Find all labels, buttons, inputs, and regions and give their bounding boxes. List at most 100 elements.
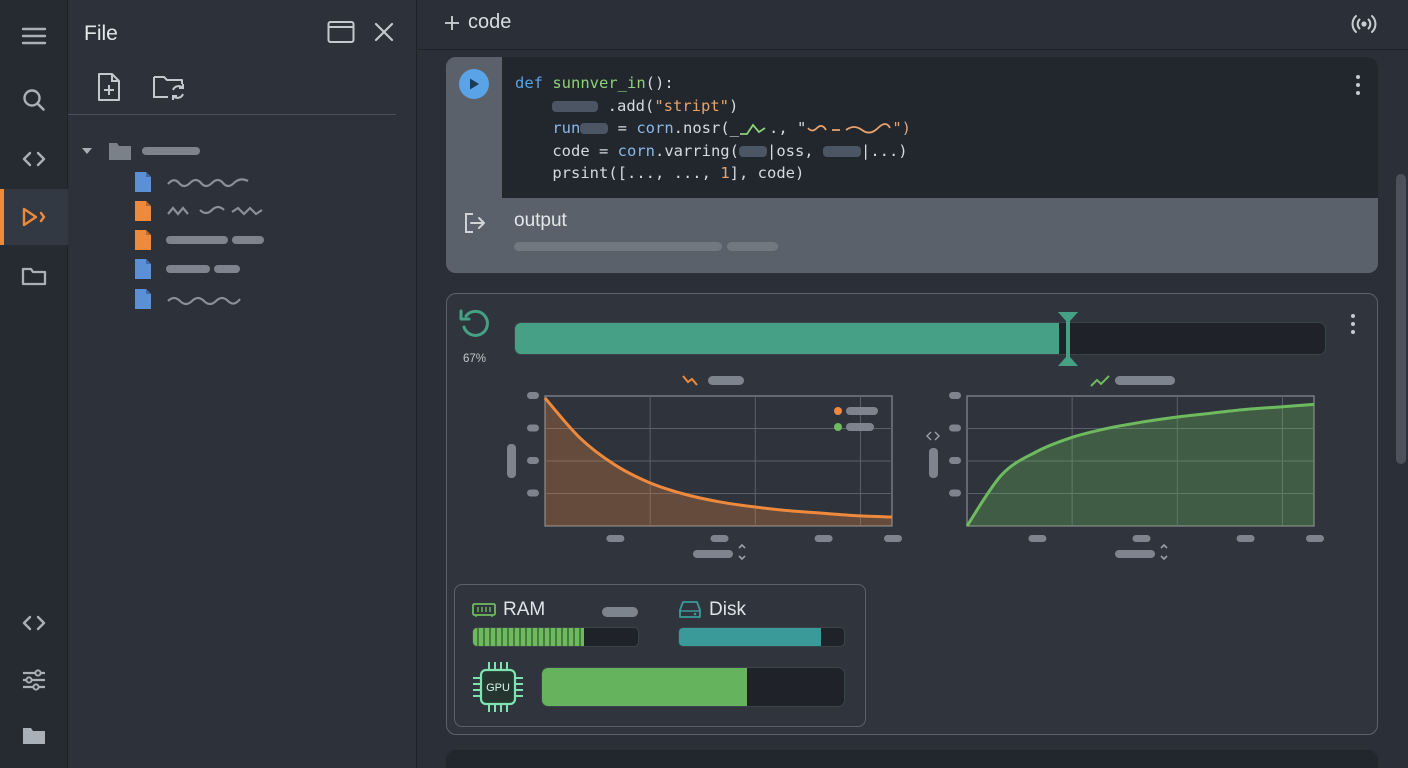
x-tick-label (1306, 535, 1324, 542)
run-cell-button[interactable] (459, 69, 489, 99)
search-icon[interactable] (0, 72, 68, 128)
ram-bar (472, 627, 639, 647)
file-icon (135, 201, 151, 221)
folder-icon[interactable] (0, 708, 68, 764)
new-file-icon[interactable] (96, 72, 122, 102)
code-line-4: code = corn.varring(|oss, |...) (515, 140, 911, 163)
code-token: = (608, 119, 637, 137)
dashboard-cell[interactable]: 67% RAM Disk GPU (446, 293, 1378, 735)
folder-icon[interactable] (0, 248, 68, 304)
disk-label: Disk (709, 599, 746, 620)
ylabel-placeholder (507, 444, 516, 478)
file-icon (135, 259, 151, 279)
add-code-button[interactable]: code (444, 11, 511, 34)
file-name-placeholder (166, 265, 210, 273)
code-token: 1 (720, 164, 730, 182)
y-ticks (527, 392, 539, 497)
refresh-folder-icon[interactable] (152, 73, 186, 101)
code-token: ) (729, 96, 739, 115)
file-name-placeholder (232, 236, 264, 244)
y-tick-label (527, 457, 539, 464)
progress-bar[interactable] (514, 322, 1326, 355)
code-icon (926, 431, 940, 441)
panel-icon[interactable] (327, 20, 355, 44)
chart-title-placeholder (1090, 375, 1175, 387)
code-token: "stript" (654, 96, 729, 115)
code-token: def (515, 74, 543, 92)
gpu-label: GPU (486, 682, 510, 694)
resource-monitor: RAM Disk GPU (454, 584, 866, 727)
code-line-5: prsint([..., ..., 1], code) (515, 162, 911, 185)
file-name-placeholder (167, 178, 249, 188)
code-token: corn (617, 141, 655, 160)
decay-chart (507, 375, 902, 561)
tree-file[interactable] (134, 228, 264, 252)
disk-bar (678, 627, 845, 647)
tree-folder[interactable] (80, 139, 200, 163)
code-token: ., " (768, 119, 807, 137)
play-icon (470, 78, 479, 90)
progress-handle[interactable] (1057, 311, 1079, 372)
x-tick-label (814, 535, 833, 542)
tree-file[interactable] (134, 199, 270, 223)
file-sidebar: File (68, 0, 417, 768)
code-token: sunnver_in (552, 74, 646, 92)
ram-value-placeholder (602, 607, 638, 617)
close-icon[interactable] (373, 21, 395, 43)
more-vert-icon[interactable] (1356, 75, 1360, 95)
refresh-icon[interactable] (457, 306, 493, 345)
sliders-icon[interactable] (0, 652, 68, 708)
redacted-token (822, 145, 861, 157)
code-icon[interactable] (0, 131, 68, 187)
broadcast-icon[interactable] (1350, 11, 1378, 42)
y-tick-label (527, 424, 539, 432)
tree-file[interactable] (134, 170, 256, 194)
x-ticks (1028, 535, 1324, 542)
gpu-bar (541, 667, 845, 707)
add-code-label: code (468, 11, 512, 33)
sidebar-title: File (84, 22, 118, 45)
code-line-2: .add("stript") (515, 95, 911, 118)
file-icon (135, 289, 151, 309)
run-debug-icon[interactable] (0, 189, 68, 245)
output-label: output (514, 210, 567, 231)
redacted-token (552, 100, 599, 112)
output-placeholder (514, 242, 722, 251)
code-icon[interactable] (0, 595, 68, 651)
code-lines[interactable]: def sunnver_in(): .add("stript") run = c… (515, 72, 911, 185)
gpu-fill (542, 668, 748, 706)
code-cell[interactable]: def sunnver_in(): .add("stript") run = c… (446, 57, 1378, 273)
code-token: ], code) (729, 164, 805, 182)
xlabel-placeholder (693, 543, 746, 561)
file-name-placeholder (167, 296, 241, 306)
title-placeholder (708, 376, 744, 385)
code-token: (): (645, 74, 674, 92)
y-ticks (949, 392, 961, 497)
trend-up-icon (1090, 375, 1110, 387)
legend-label-placeholder (846, 423, 874, 431)
y-tick-label (527, 392, 539, 399)
title-placeholder (1115, 376, 1175, 385)
scroll-thumb[interactable] (1396, 174, 1406, 464)
next-cell[interactable] (446, 750, 1378, 768)
notebook-toolbar: code (418, 0, 1408, 50)
more-vert-icon[interactable] (1351, 314, 1355, 334)
code-line-3: run = corn.nosr(_ ., " ") (515, 117, 911, 140)
code-editor[interactable]: def sunnver_in(): .add("stript") run = c… (502, 57, 1378, 198)
notebook-area: code def sunnver_in(): .add("stript") ru… (418, 0, 1408, 768)
legend-label-placeholder (846, 407, 878, 415)
ram-icon (472, 602, 496, 623)
y-tick-label (527, 489, 539, 497)
x-ticks (606, 535, 902, 542)
x-tick-label (1028, 535, 1047, 542)
code-token: .add( (607, 96, 655, 115)
menu-icon[interactable] (0, 8, 68, 64)
scrollbar[interactable] (1394, 52, 1408, 768)
code-line-1: def sunnver_in(): (515, 72, 911, 95)
tree-file[interactable] (134, 287, 246, 311)
code-token: .varring( (654, 141, 739, 160)
x-tick-label (884, 535, 902, 542)
y-tick-label (949, 457, 961, 464)
tree-file[interactable] (134, 257, 240, 281)
cell-gutter (446, 57, 502, 198)
